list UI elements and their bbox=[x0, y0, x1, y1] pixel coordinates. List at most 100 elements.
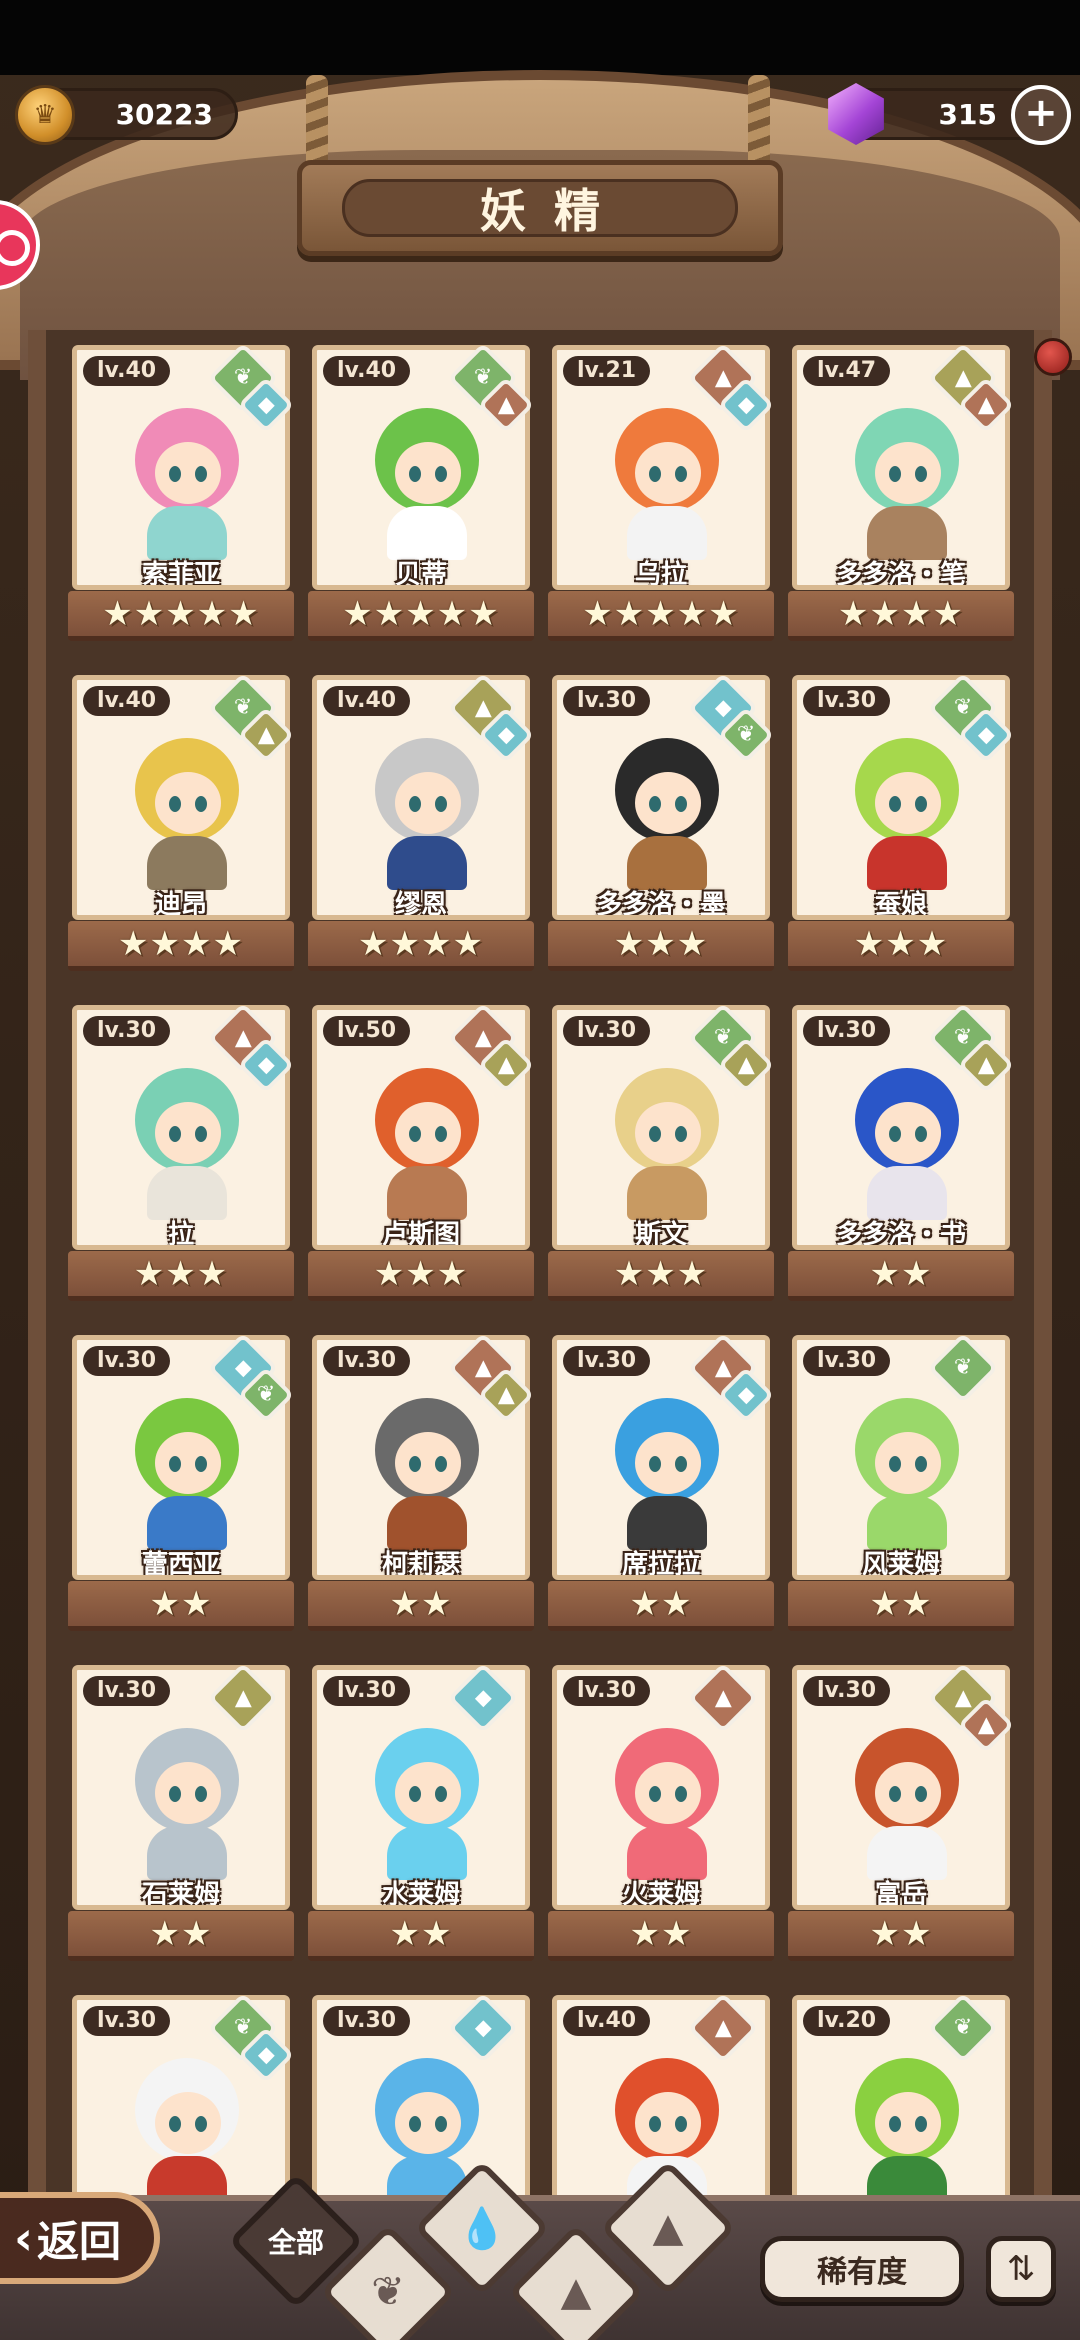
star-rating: ★★★★★ bbox=[68, 591, 294, 641]
star-rating: ★★ bbox=[788, 1251, 1014, 1301]
star-rating: ★★★★★ bbox=[308, 591, 534, 641]
fairy-name: 富岳 bbox=[874, 1880, 927, 1910]
star-rating: ★★ bbox=[308, 1581, 534, 1631]
fairy-card[interactable]: lv.40 贝蒂 ❦ ▲ ★★★★★ bbox=[308, 342, 535, 643]
fairy-name: 乌拉 bbox=[634, 560, 687, 590]
volcano-icon: ▲ bbox=[652, 2205, 684, 2251]
fairy-name: 斯文 bbox=[634, 1220, 687, 1250]
level-badge: lv.30 bbox=[83, 1016, 171, 1046]
fairy-name: 柯莉瑟 bbox=[381, 1550, 460, 1580]
fairy-card[interactable]: lv.30 蕾西亚 ◆ ❦ ★★ bbox=[68, 1332, 295, 1633]
level-badge: lv.30 bbox=[803, 1676, 891, 1706]
star-rating: ★★ bbox=[548, 1911, 774, 1961]
fairy-name: 迪昂 bbox=[154, 890, 207, 920]
fairy-card[interactable]: lv.30 火莱姆 ▲ ★★ bbox=[548, 1662, 774, 1963]
fairy-name: 火莱姆 bbox=[621, 1880, 700, 1910]
mountain-icon: ▲ bbox=[560, 2269, 592, 2315]
level-badge: lv.20 bbox=[803, 2006, 891, 2036]
gem-amount: 315 bbox=[938, 97, 997, 131]
page-title: 妖精 bbox=[342, 179, 738, 238]
level-badge: lv.30 bbox=[563, 1346, 651, 1376]
fairy-card[interactable]: lv.30 柯莉瑟 ▲ ▲ ★★ bbox=[308, 1332, 535, 1633]
star-rating: ★★★ bbox=[548, 1251, 774, 1301]
droplet-icon: 💧 bbox=[457, 2205, 507, 2252]
fairy-name: 卢斯图 bbox=[381, 1220, 460, 1250]
star-rating: ★★★★ bbox=[788, 591, 1014, 641]
level-badge: lv.30 bbox=[803, 1016, 891, 1046]
fairy-card[interactable]: lv.30 风莱姆 ❦ ★★ bbox=[788, 1332, 1014, 1633]
fairy-name: 多多洛・书 bbox=[835, 1220, 966, 1250]
level-badge: lv.21 bbox=[563, 356, 651, 386]
level-badge: lv.40 bbox=[83, 356, 171, 386]
level-badge: lv.30 bbox=[563, 1016, 651, 1046]
fairy-name: 多多洛・笔 bbox=[835, 560, 966, 590]
rarity-sort-button[interactable]: 稀有度 bbox=[760, 2236, 964, 2302]
fairy-card[interactable]: lv.30 水莱姆 ◆ ★★ bbox=[308, 1662, 534, 1963]
sort-order-button[interactable]: ⇅ bbox=[986, 2236, 1056, 2302]
level-badge: lv.40 bbox=[563, 2006, 651, 2036]
title-plate: 妖精 bbox=[297, 160, 783, 256]
level-badge: lv.30 bbox=[323, 1676, 411, 1706]
star-rating: ★★ bbox=[788, 1581, 1014, 1631]
fairy-card[interactable]: lv.21 乌拉 ▲ ◆ ★★★★★ bbox=[548, 342, 775, 643]
fairy-name: 索菲亚 bbox=[141, 560, 220, 590]
fairy-name: 水莱姆 bbox=[381, 1880, 460, 1910]
gold-counter: ♛ 30223 bbox=[15, 85, 238, 145]
star-rating: ★★★★ bbox=[68, 921, 294, 971]
fairy-card[interactable]: lv.30 蚕娘 ❦ ◆ ★★★ bbox=[788, 672, 1015, 973]
star-rating: ★★★ bbox=[68, 1251, 294, 1301]
level-badge: lv.30 bbox=[83, 2006, 171, 2036]
star-rating: ★★ bbox=[788, 1911, 1014, 1961]
sort-icon: ⇅ bbox=[1006, 2249, 1036, 2289]
back-button[interactable]: ‹ 返回 bbox=[0, 2192, 160, 2284]
gem-counter: 315 + bbox=[828, 83, 1071, 145]
gold-amount: 30223 bbox=[115, 97, 213, 131]
level-badge: lv.30 bbox=[83, 1346, 171, 1376]
fairy-name: 多多洛・墨 bbox=[595, 890, 726, 920]
fairy-name: 缪恩 bbox=[394, 890, 447, 920]
level-badge: lv.40 bbox=[323, 686, 411, 716]
fairy-card[interactable]: lv.30 拉 ▲ ◆ ★★★ bbox=[68, 1002, 295, 1303]
fairy-card[interactable]: lv.30 席拉拉 ▲ ◆ ★★ bbox=[548, 1332, 775, 1633]
notification-dot-icon bbox=[1034, 338, 1072, 376]
level-badge: lv.30 bbox=[323, 1346, 411, 1376]
filter-all-label: 全部 bbox=[267, 2226, 324, 2259]
fairy-card[interactable]: lv.40 缪恩 ▲ ◆ ★★★★ bbox=[308, 672, 535, 973]
add-gems-button[interactable]: + bbox=[1011, 85, 1071, 145]
fairy-card[interactable]: lv.30 斯文 ❦ ▲ ★★★ bbox=[548, 1002, 775, 1303]
level-badge: lv.40 bbox=[83, 686, 171, 716]
fairy-card[interactable]: lv.30 石莱姆 ▲ ★★ bbox=[68, 1662, 294, 1963]
leaf-icon: ❦ bbox=[371, 2269, 405, 2315]
level-badge: lv.30 bbox=[803, 1346, 891, 1376]
fairy-card[interactable]: lv.30 富岳 ▲ ▲ ★★ bbox=[788, 1662, 1015, 1963]
star-rating: ★★★ bbox=[548, 921, 774, 971]
chevron-left-icon: ‹ bbox=[14, 2211, 33, 2265]
coin-icon: ♛ bbox=[15, 85, 75, 145]
level-badge: lv.30 bbox=[803, 686, 891, 716]
fairy-card[interactable]: lv.30 多多洛・墨 ◆ ❦ ★★★ bbox=[548, 672, 775, 973]
level-badge: lv.47 bbox=[803, 356, 891, 386]
fairy-card[interactable]: lv.47 多多洛・笔 ▲ ▲ ★★★★ bbox=[788, 342, 1015, 643]
fairy-name: 贝蒂 bbox=[394, 560, 447, 590]
fairy-name: 风莱姆 bbox=[861, 1550, 940, 1580]
fairy-name: 石莱姆 bbox=[141, 1880, 220, 1910]
star-rating: ★★ bbox=[68, 1911, 294, 1961]
fairy-name: 拉 bbox=[167, 1220, 194, 1250]
star-rating: ★★ bbox=[308, 1911, 534, 1961]
fairy-name: 蚕娘 bbox=[874, 890, 927, 920]
star-rating: ★★ bbox=[68, 1581, 294, 1631]
fairy-card[interactable]: lv.40 索菲亚 ❦ ◆ ★★★★★ bbox=[68, 342, 295, 643]
fairy-card[interactable]: lv.40 迪昂 ❦ ▲ ★★★★ bbox=[68, 672, 295, 973]
star-rating: ★★ bbox=[548, 1581, 774, 1631]
star-rating: ★★★★ bbox=[308, 921, 534, 971]
level-badge: lv.30 bbox=[83, 1676, 171, 1706]
fairy-card[interactable]: lv.50 卢斯图 ▲ ▲ ★★★ bbox=[308, 1002, 535, 1303]
game-screen: ♛ 30223 315 + 妖精 lv.40 索菲亚 ❦ ◆ ★★★★★ lv.40 贝蒂 ❦… bbox=[0, 0, 1080, 2340]
level-badge: lv.30 bbox=[563, 686, 651, 716]
level-badge: lv.40 bbox=[323, 356, 411, 386]
back-label: 返回 bbox=[36, 2216, 121, 2266]
fairy-card[interactable]: lv.30 多多洛・书 ❦ ▲ ★★ bbox=[788, 1002, 1015, 1303]
star-rating: ★★★ bbox=[788, 921, 1014, 971]
star-rating: ★★★★★ bbox=[548, 591, 774, 641]
fairy-name: 席拉拉 bbox=[621, 1550, 700, 1580]
